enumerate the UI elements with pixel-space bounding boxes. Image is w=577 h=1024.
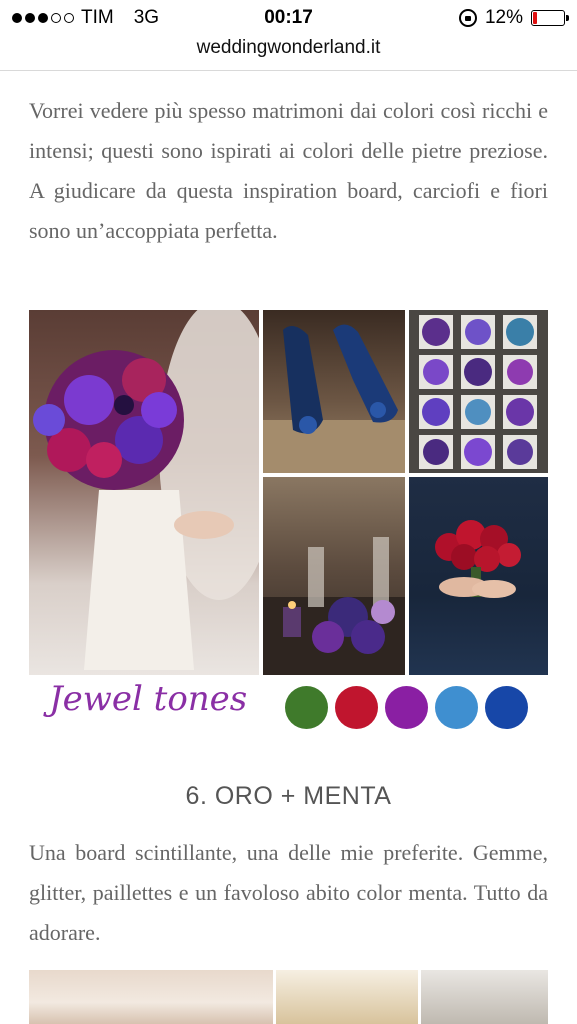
candles-flowers-photo bbox=[263, 477, 405, 675]
palette-row: Jewel tones bbox=[29, 676, 548, 736]
section-heading: 6. ORO + MENTA bbox=[185, 782, 392, 810]
battery-percent: 12% bbox=[484, 7, 523, 28]
orientation-lock-icon bbox=[458, 9, 477, 27]
color-swatch-red bbox=[335, 686, 378, 729]
gold-shoes-photo bbox=[276, 970, 418, 1024]
bride-bouquet-photo bbox=[29, 310, 259, 675]
blue-shoes-photo bbox=[263, 310, 405, 473]
status-bar: TIM 3G 00:17 12% bbox=[0, 0, 577, 36]
status-right: 12% bbox=[458, 7, 569, 29]
inspiration-board-gold-mint[interactable] bbox=[29, 970, 548, 1024]
gold-decor-photo bbox=[29, 970, 273, 1024]
url-bar[interactable]: weddingwonderland.it bbox=[0, 37, 577, 59]
gold-earrings-photo bbox=[421, 970, 548, 1024]
battery-icon bbox=[531, 10, 569, 26]
palette-caption: Jewel tones bbox=[49, 679, 248, 719]
color-swatch-green bbox=[285, 686, 328, 729]
article-paragraph-2: Una board scintillante, una delle mie pr… bbox=[29, 840, 548, 945]
color-swatch-light-blue bbox=[435, 686, 478, 729]
color-swatch-purple bbox=[385, 686, 428, 729]
red-roses-bouquet-photo bbox=[409, 477, 548, 675]
url-bar-divider bbox=[0, 70, 577, 71]
color-swatch-royal-blue bbox=[485, 686, 528, 729]
battery-fill bbox=[533, 12, 537, 24]
article-paragraph-1: Vorrei vedere più spesso matrimoni dai c… bbox=[29, 98, 548, 243]
inspiration-board-jewel-tones[interactable] bbox=[29, 310, 548, 675]
succulents-photo bbox=[409, 310, 548, 473]
